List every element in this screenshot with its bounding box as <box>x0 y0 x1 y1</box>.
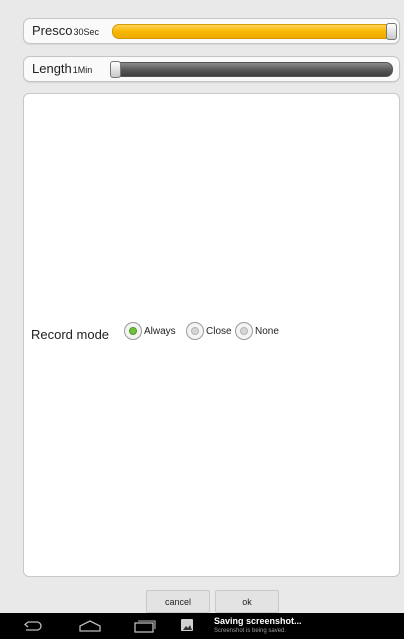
length-value: 1Min <box>72 65 93 75</box>
radio-none-label: None <box>255 325 279 337</box>
radio-option-none[interactable]: None <box>235 322 279 340</box>
screenshot-icon <box>181 619 193 631</box>
radio-option-close[interactable]: Close <box>186 322 232 340</box>
cancel-button[interactable]: cancel <box>146 590 210 613</box>
length-slider-track[interactable] <box>111 62 393 77</box>
presco-value: 30Sec <box>73 27 99 37</box>
radio-option-always[interactable]: Always <box>124 322 176 340</box>
radio-none[interactable] <box>235 322 253 340</box>
presco-slider-track[interactable] <box>112 24 393 39</box>
notification-subtitle: Screenshot is being saved. <box>214 628 287 634</box>
back-icon[interactable] <box>22 619 44 633</box>
system-navigation-bar: Saving screenshot... Screenshot is being… <box>0 613 404 639</box>
presco-row: Presco30Sec <box>23 18 400 44</box>
radio-close-label: Close <box>206 325 232 337</box>
radio-dot <box>191 327 199 335</box>
length-row: Length1Min <box>23 56 400 82</box>
home-icon[interactable] <box>78 619 102 633</box>
presco-slider-thumb[interactable] <box>386 23 397 40</box>
presco-label: Presco <box>32 23 73 38</box>
radio-dot <box>240 327 248 335</box>
radio-always-label: Always <box>144 325 176 337</box>
ok-button[interactable]: ok <box>215 590 279 613</box>
radio-dot <box>129 327 137 335</box>
length-label: Length <box>32 61 72 76</box>
notification-title: Saving screenshot... <box>214 616 302 626</box>
content-panel: Record mode Always Close None <box>23 93 400 577</box>
radio-always[interactable] <box>124 322 142 340</box>
length-slider-thumb[interactable] <box>110 61 121 78</box>
recent-apps-icon[interactable] <box>132 619 156 633</box>
radio-close[interactable] <box>186 322 204 340</box>
record-mode-label: Record mode <box>31 327 110 342</box>
